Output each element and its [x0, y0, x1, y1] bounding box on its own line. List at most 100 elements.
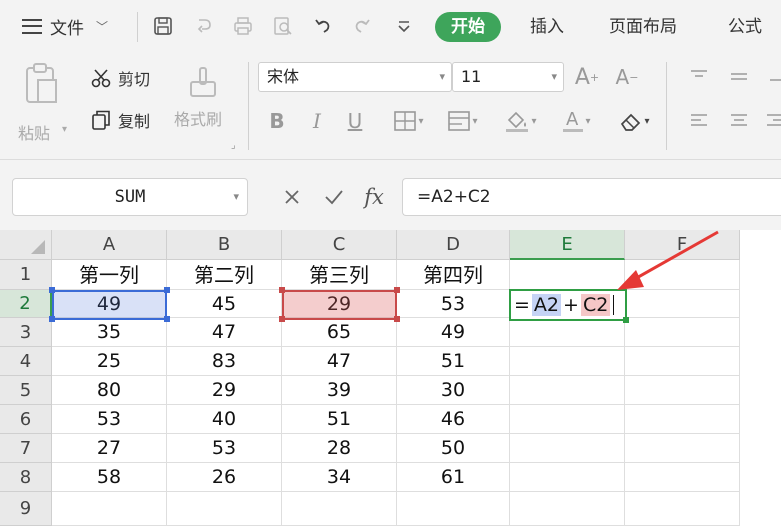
cell-a4[interactable]: 25 — [52, 347, 167, 376]
tab-insert[interactable]: 插入 — [530, 12, 564, 42]
cell-b8[interactable]: 26 — [167, 463, 282, 492]
selection-handle[interactable] — [279, 287, 285, 293]
cell-f7[interactable] — [625, 434, 740, 463]
cell-c3[interactable]: 65 — [282, 318, 397, 347]
cell-a6[interactable]: 53 — [52, 405, 167, 434]
cell-c4[interactable]: 47 — [282, 347, 397, 376]
increase-font-icon[interactable]: A + — [572, 62, 602, 92]
font-size-select[interactable]: 11 ▾ — [452, 62, 564, 92]
cell-f9[interactable] — [625, 492, 740, 526]
cell-f4[interactable] — [625, 347, 740, 376]
cell-a5[interactable]: 80 — [52, 376, 167, 405]
selection-handle[interactable] — [49, 316, 55, 322]
cell-d5[interactable]: 30 — [397, 376, 510, 405]
cell-c5[interactable]: 39 — [282, 376, 397, 405]
print-preview-icon[interactable] — [270, 13, 296, 39]
row-header-8[interactable]: 8 — [0, 463, 52, 492]
cell-c7[interactable]: 28 — [282, 434, 397, 463]
align-left-icon[interactable] — [684, 107, 714, 135]
copy-button[interactable]: 复制 — [90, 108, 150, 132]
merge-cells-icon[interactable]: ▾ — [440, 107, 484, 135]
row-header-5[interactable]: 5 — [0, 376, 52, 405]
cell-c1[interactable]: 第三列 — [282, 260, 397, 290]
cell-e4[interactable] — [510, 347, 625, 376]
name-box[interactable]: SUM ▾ — [12, 178, 248, 216]
cell-a7[interactable]: 27 — [52, 434, 167, 463]
align-right-icon[interactable] — [764, 107, 781, 135]
selection-handle[interactable] — [394, 287, 400, 293]
cell-e7[interactable] — [510, 434, 625, 463]
decrease-font-icon[interactable]: A − — [612, 62, 642, 92]
column-header-d[interactable]: D — [397, 230, 510, 260]
cell-a8[interactable]: 58 — [52, 463, 167, 492]
confirm-icon[interactable] — [320, 184, 348, 210]
cell-d1[interactable]: 第四列 — [397, 260, 510, 290]
bold-icon[interactable]: B — [264, 107, 290, 135]
cell-a3[interactable]: 35 — [52, 318, 167, 347]
cell-b9[interactable] — [167, 492, 282, 526]
cell-c9[interactable] — [282, 492, 397, 526]
selection-handle[interactable] — [394, 316, 400, 322]
fill-color-icon[interactable]: ▾ — [496, 107, 544, 135]
cancel-icon[interactable] — [278, 184, 306, 210]
cell-d6[interactable]: 46 — [397, 405, 510, 434]
column-header-b[interactable]: B — [167, 230, 282, 260]
cell-f2[interactable] — [625, 290, 740, 318]
selection-handle[interactable] — [164, 316, 170, 322]
italic-icon[interactable]: I — [304, 107, 330, 135]
cell-b3[interactable]: 47 — [167, 318, 282, 347]
cell-e8[interactable] — [510, 463, 625, 492]
tab-formulas[interactable]: 公式 — [728, 12, 762, 42]
cell-f8[interactable] — [625, 463, 740, 492]
column-header-f[interactable]: F — [625, 230, 740, 260]
cell-e1[interactable] — [510, 260, 625, 290]
cell-b1[interactable]: 第二列 — [167, 260, 282, 290]
cut-button[interactable]: 剪切 — [90, 66, 150, 90]
spreadsheet-grid[interactable]: A B C D E F 1 第一列 第二列 第三列 第四列 2 49 45 29 53 3 35 47 65 49 4 25… — [0, 230, 781, 526]
font-color-icon[interactable]: A ▾ — [554, 107, 598, 135]
paste-button[interactable]: 粘贴 ▾ — [18, 62, 78, 143]
cell-c8[interactable]: 34 — [282, 463, 397, 492]
file-menu-button[interactable]: 文件 ﹀ — [22, 12, 108, 40]
cell-f6[interactable] — [625, 405, 740, 434]
fill-handle[interactable] — [623, 317, 629, 323]
print-icon[interactable] — [230, 13, 256, 39]
cell-b2[interactable]: 45 — [167, 290, 282, 318]
row-header-3[interactable]: 3 — [0, 318, 52, 347]
selection-handle[interactable] — [164, 287, 170, 293]
row-header-2[interactable]: 2 — [0, 290, 52, 318]
column-header-c[interactable]: C — [282, 230, 397, 260]
cell-f1[interactable] — [625, 260, 740, 290]
font-name-select[interactable]: 宋体 ▾ — [258, 62, 452, 92]
undo-history-icon[interactable] — [192, 13, 218, 39]
cell-b7[interactable]: 53 — [167, 434, 282, 463]
tab-page-layout[interactable]: 页面布局 — [609, 12, 677, 42]
underline-icon[interactable]: U — [342, 107, 368, 135]
cell-f3[interactable] — [625, 318, 740, 347]
undo-icon[interactable] — [310, 13, 336, 39]
cell-d8[interactable]: 61 — [397, 463, 510, 492]
cell-d9[interactable] — [397, 492, 510, 526]
column-header-a[interactable]: A — [52, 230, 167, 260]
eraser-icon[interactable]: ▾ — [612, 107, 656, 135]
formula-input[interactable]: =A2+C2 — [402, 178, 781, 216]
row-header-7[interactable]: 7 — [0, 434, 52, 463]
selection-handle[interactable] — [279, 316, 285, 322]
cell-e5[interactable] — [510, 376, 625, 405]
row-header-4[interactable]: 4 — [0, 347, 52, 376]
cell-b6[interactable]: 40 — [167, 405, 282, 434]
align-bottom-icon[interactable] — [764, 62, 781, 92]
save-icon[interactable] — [150, 13, 176, 39]
align-middle-icon[interactable] — [724, 62, 754, 92]
cell-d7[interactable]: 50 — [397, 434, 510, 463]
redo-icon[interactable] — [349, 13, 375, 39]
editing-cell-e2[interactable]: = A2 + C2 — [509, 289, 627, 321]
clipboard-dialog-launcher-icon[interactable]: ⌟ — [231, 140, 236, 151]
cell-b5[interactable]: 29 — [167, 376, 282, 405]
row-header-9[interactable]: 9 — [0, 492, 52, 526]
cell-d2[interactable]: 53 — [397, 290, 510, 318]
cell-d3[interactable]: 49 — [397, 318, 510, 347]
border-icon[interactable]: ▾ — [386, 107, 430, 135]
cell-e3[interactable] — [510, 318, 625, 347]
cell-b4[interactable]: 83 — [167, 347, 282, 376]
